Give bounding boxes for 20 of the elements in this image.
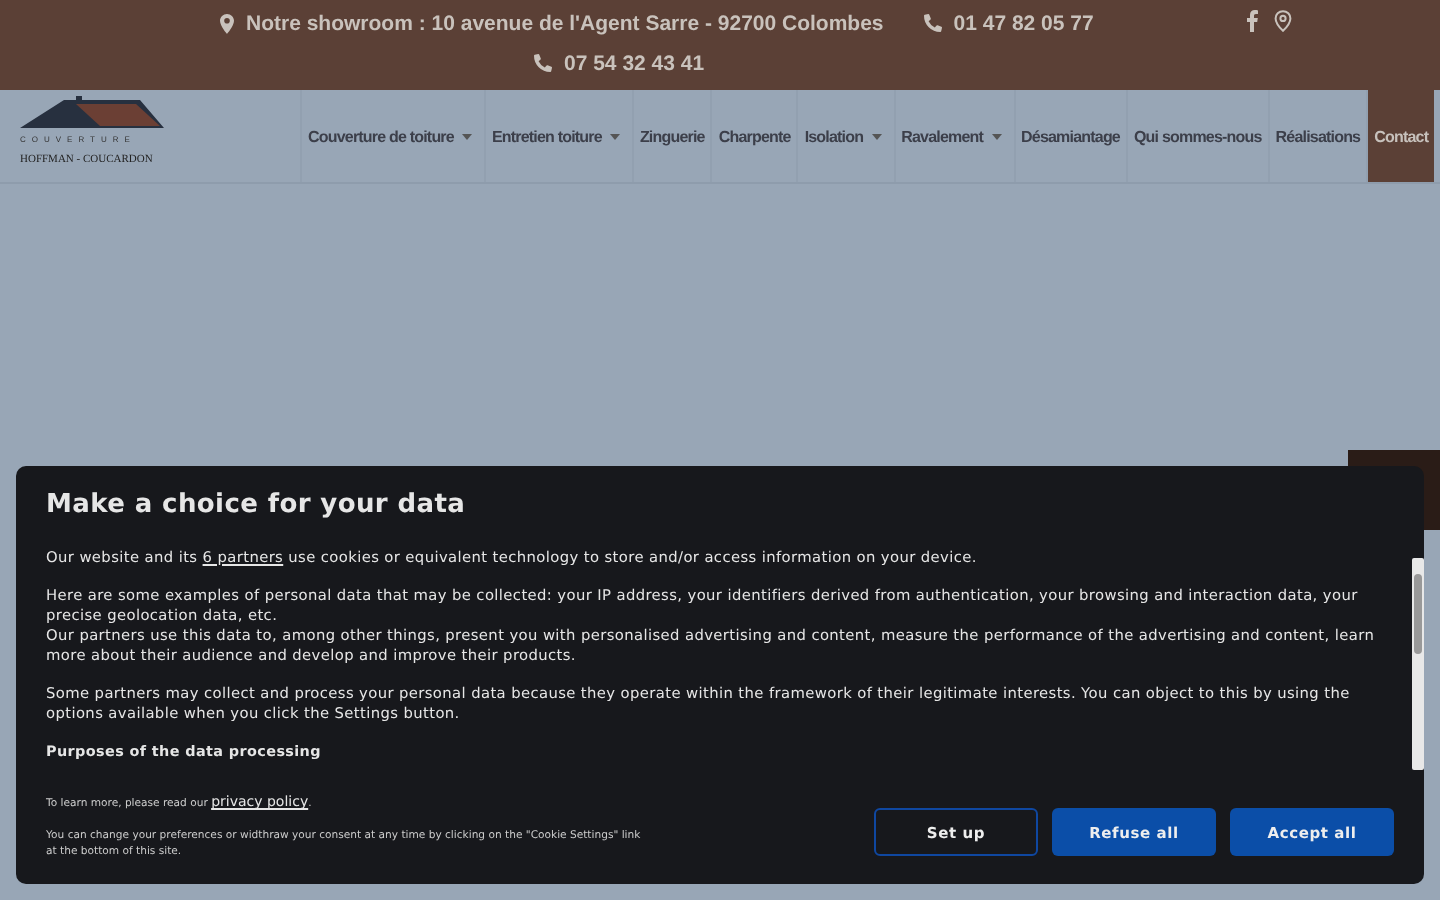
- dialog-title: Make a choice for your data: [46, 490, 468, 520]
- phone-icon: [534, 54, 552, 72]
- nav-item[interactable]: Zinguerie: [631, 90, 711, 182]
- nav-item[interactable]: Couverture de toiture: [300, 90, 484, 182]
- location-pin-icon: [220, 13, 234, 33]
- roof-logo-icon: [20, 96, 164, 128]
- showroom-address: Notre showroom : 10 avenue de l'Agent Sarre - 92700 Colombes: [246, 11, 884, 35]
- map-pin-icon[interactable]: [1274, 10, 1292, 32]
- nav-item[interactable]: Isolation: [796, 90, 894, 182]
- phone-number[interactable]: 01 47 82 05 77: [953, 11, 1094, 35]
- nav-item[interactable]: Qui sommes-nous: [1125, 90, 1268, 182]
- facebook-icon[interactable]: [1246, 10, 1258, 32]
- nav-item[interactable]: Charpente: [710, 90, 797, 182]
- scrollbar[interactable]: [1412, 558, 1424, 770]
- nav-item[interactable]: Contact: [1366, 90, 1435, 182]
- nav-item[interactable]: Désamiantage: [1013, 90, 1126, 182]
- phone-number[interactable]: 07 54 32 43 41: [564, 51, 705, 75]
- phone-icon: [923, 14, 942, 32]
- nav-item[interactable]: Entretien toiture: [483, 90, 632, 182]
- nav-item[interactable]: Ravalement: [893, 90, 1014, 182]
